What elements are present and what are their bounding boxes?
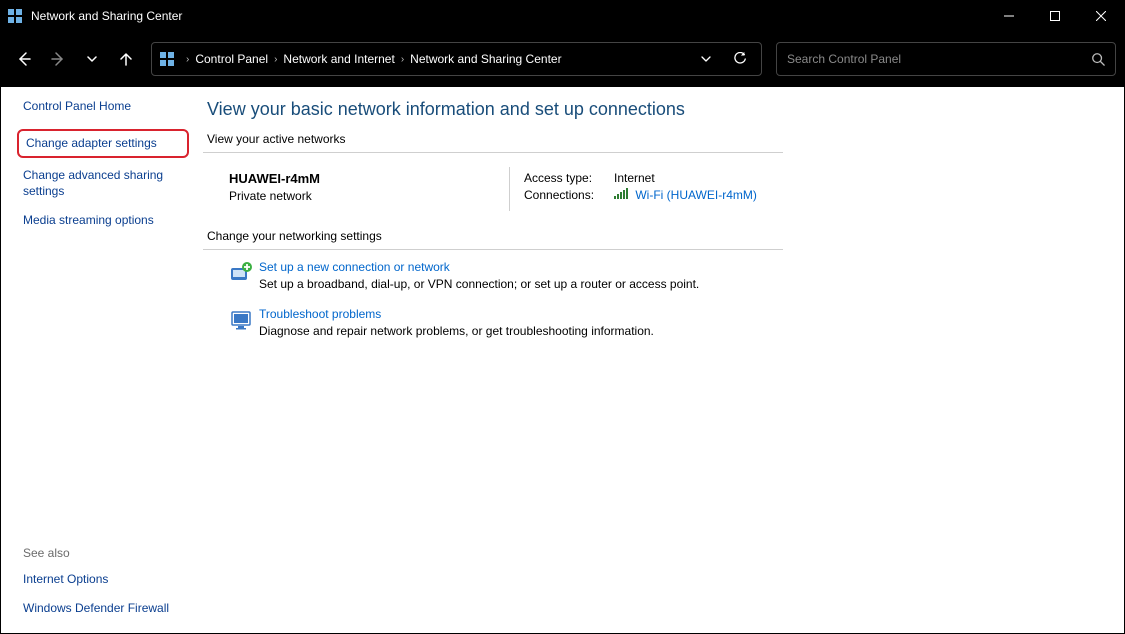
troubleshoot-desc: Diagnose and repair network problems, or… bbox=[259, 324, 654, 338]
minimize-button[interactable] bbox=[986, 1, 1032, 31]
change-settings-label: Change your networking settings bbox=[203, 229, 1100, 243]
troubleshoot-link[interactable]: Troubleshoot problems bbox=[259, 307, 654, 321]
active-network-panel: HUAWEI-r4mM Private network Access type:… bbox=[229, 171, 1100, 205]
content: View your basic network information and … bbox=[201, 87, 1124, 633]
section-divider bbox=[203, 249, 783, 250]
setup-connection-item: Set up a new connection or network Set u… bbox=[223, 260, 1100, 291]
chevron-right-icon: › bbox=[186, 54, 189, 65]
sidebar-home-link[interactable]: Control Panel Home bbox=[23, 99, 189, 115]
sidebar-firewall-link[interactable]: Windows Defender Firewall bbox=[23, 601, 189, 617]
vertical-divider bbox=[509, 167, 510, 211]
maximize-button[interactable] bbox=[1032, 1, 1078, 31]
address-icon bbox=[158, 50, 176, 68]
titlebar: Network and Sharing Center bbox=[1, 1, 1124, 31]
window: Network and Sharing Center bbox=[0, 0, 1125, 634]
forward-button[interactable] bbox=[43, 44, 73, 74]
address-dropdown-button[interactable] bbox=[691, 44, 721, 74]
chevron-right-icon: › bbox=[401, 54, 404, 65]
body: Control Panel Home Change adapter settin… bbox=[1, 87, 1124, 633]
see-also-label: See also bbox=[23, 546, 189, 560]
up-button[interactable] bbox=[111, 44, 141, 74]
active-networks-label: View your active networks bbox=[203, 132, 1100, 146]
sidebar-change-advanced-link[interactable]: Change advanced sharing settings bbox=[23, 168, 189, 199]
chevron-right-icon: › bbox=[274, 54, 277, 65]
section-divider bbox=[203, 152, 783, 153]
sidebar-internet-options-link[interactable]: Internet Options bbox=[23, 572, 189, 588]
navbar: › Control Panel › Network and Internet ›… bbox=[1, 31, 1124, 87]
sidebar-media-streaming-link[interactable]: Media streaming options bbox=[23, 213, 189, 229]
sidebar: Control Panel Home Change adapter settin… bbox=[1, 87, 201, 633]
address-bar[interactable]: › Control Panel › Network and Internet ›… bbox=[151, 42, 762, 76]
connection-link[interactable]: Wi-Fi (HUAWEI-r4mM) bbox=[635, 188, 757, 202]
access-type-value: Internet bbox=[614, 171, 655, 185]
window-title: Network and Sharing Center bbox=[31, 9, 182, 23]
recent-locations-button[interactable] bbox=[77, 44, 107, 74]
breadcrumb-leaf[interactable]: Network and Sharing Center bbox=[410, 52, 561, 66]
search-icon[interactable] bbox=[1091, 52, 1105, 66]
connections-label: Connections: bbox=[524, 188, 614, 202]
close-button[interactable] bbox=[1078, 1, 1124, 31]
troubleshoot-icon bbox=[223, 307, 259, 338]
search-box[interactable] bbox=[776, 42, 1116, 76]
back-button[interactable] bbox=[9, 44, 39, 74]
setup-connection-desc: Set up a broadband, dial-up, or VPN conn… bbox=[259, 277, 699, 291]
network-type: Private network bbox=[229, 189, 509, 203]
page-heading: View your basic network information and … bbox=[203, 99, 1100, 120]
access-type-label: Access type: bbox=[524, 171, 614, 185]
setup-connection-link[interactable]: Set up a new connection or network bbox=[259, 260, 699, 274]
troubleshoot-item: Troubleshoot problems Diagnose and repai… bbox=[223, 307, 1100, 338]
wifi-signal-icon bbox=[614, 188, 628, 200]
search-input[interactable] bbox=[787, 52, 1091, 66]
app-icon bbox=[7, 8, 23, 24]
breadcrumb-mid[interactable]: Network and Internet bbox=[283, 52, 394, 66]
breadcrumb-root[interactable]: Control Panel bbox=[195, 52, 268, 66]
setup-connection-icon bbox=[223, 260, 259, 291]
sidebar-change-adapter-link[interactable]: Change adapter settings bbox=[17, 129, 189, 159]
network-name: HUAWEI-r4mM bbox=[229, 171, 509, 186]
refresh-button[interactable] bbox=[725, 44, 755, 74]
